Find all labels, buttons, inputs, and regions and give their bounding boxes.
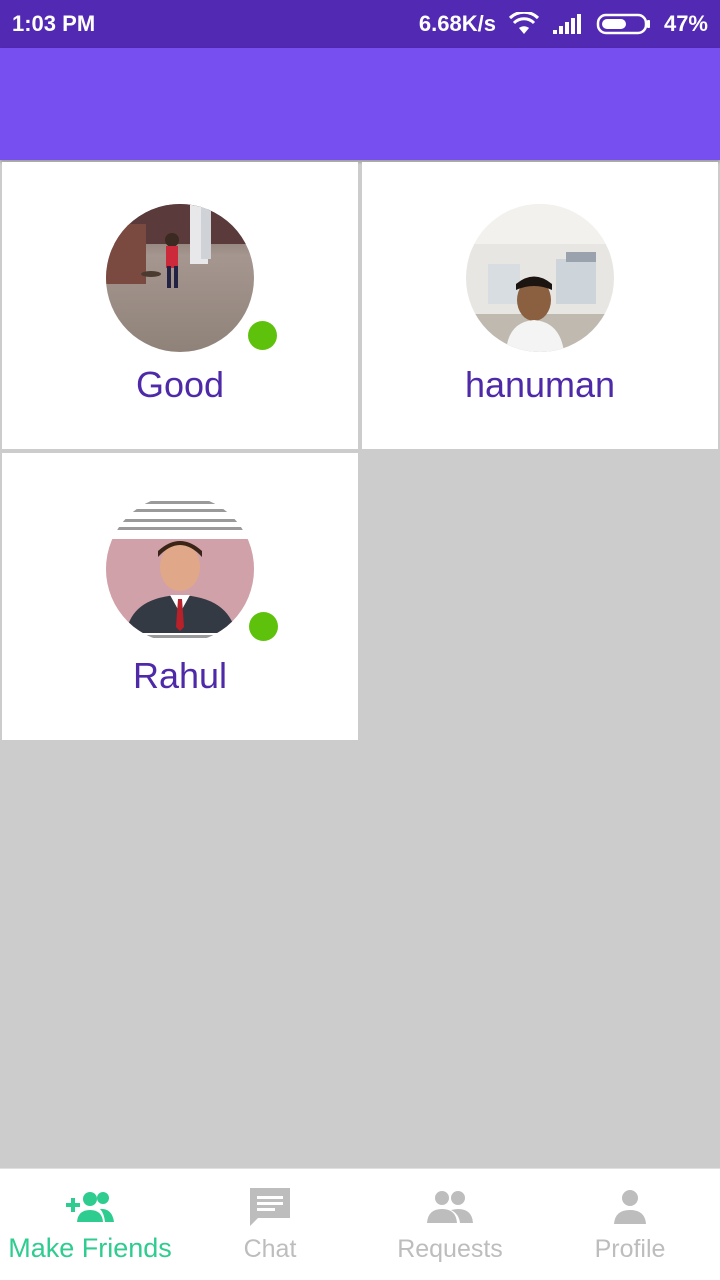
nav-label: Make Friends <box>8 1233 172 1263</box>
online-status-dot <box>249 612 278 641</box>
friend-name: Good <box>135 364 225 405</box>
status-time: 1:03 PM <box>12 11 96 36</box>
friend-card-rahul[interactable]: Rahul <box>2 453 358 740</box>
signal-icon <box>552 13 584 35</box>
network-speed: 6.68K/s <box>418 11 496 36</box>
friend-name: hanuman <box>464 364 616 405</box>
nav-make-friends[interactable]: Make Friends <box>0 1169 180 1280</box>
nav-chat[interactable]: Chat <box>180 1169 360 1280</box>
app-bar <box>0 48 720 160</box>
chat-icon <box>240 1185 300 1229</box>
nav-label: Requests <box>397 1235 503 1263</box>
friend-card-hanuman[interactable]: hanuman <box>362 162 718 449</box>
battery-percent: 47% <box>663 11 708 36</box>
friend-card-good[interactable]: Good <box>2 162 358 449</box>
online-status-dot <box>248 321 277 350</box>
battery-icon <box>596 13 652 35</box>
status-indicators: 6.68K/s 47% <box>419 11 708 37</box>
nav-requests[interactable]: Requests <box>360 1169 540 1280</box>
add-friends-icon <box>60 1185 120 1229</box>
friend-avatar <box>106 495 254 643</box>
nav-label: Chat <box>243 1235 297 1263</box>
nav-label: Profile <box>594 1235 666 1263</box>
wifi-icon <box>508 12 540 36</box>
friend-avatar <box>466 204 614 352</box>
status-bar: 1:03 PM 6.68K/s 47% <box>0 0 720 48</box>
bottom-navigation: Make Friends Chat Requests Profile <box>0 1168 720 1280</box>
person-icon <box>600 1185 660 1229</box>
friend-name: Rahul <box>132 655 228 696</box>
friend-avatar <box>106 204 254 352</box>
screen: 1:03 PM 6.68K/s 47% Good hanuman Rahul M… <box>0 0 720 1280</box>
people-icon <box>420 1185 480 1229</box>
nav-profile[interactable]: Profile <box>540 1169 720 1280</box>
